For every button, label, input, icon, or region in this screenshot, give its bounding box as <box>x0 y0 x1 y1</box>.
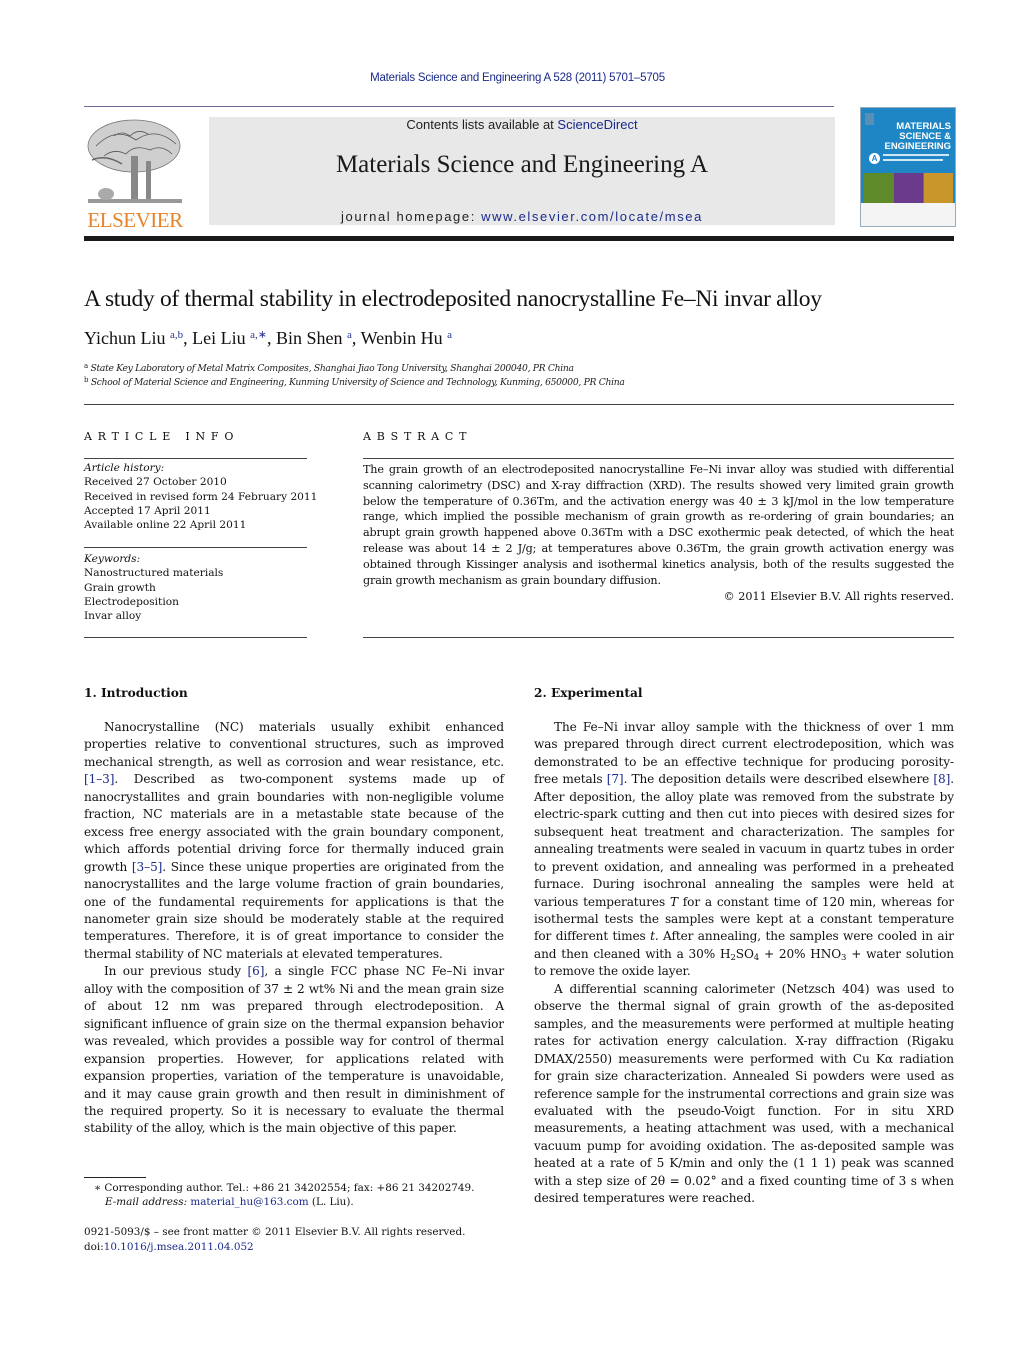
history-item: Available online 22 April 2011 <box>84 519 247 532</box>
elsevier-tree-icon <box>87 119 182 203</box>
header-thick-rule <box>84 236 954 241</box>
journal-homepage: journal homepage: www.elsevier.com/locat… <box>209 209 835 224</box>
history-item: Received in revised form 24 February 201… <box>84 490 318 503</box>
paragraph: Nanocrystalline (NC) materials usually e… <box>84 719 504 963</box>
affiliation: b School of Material Science and Enginee… <box>84 376 625 388</box>
article-history: Article history: Received 27 October 201… <box>84 461 317 532</box>
cover-footer <box>861 203 955 226</box>
author-name[interactable]: Yichun Liu <box>84 328 166 348</box>
text-run: In our previous study <box>104 964 248 979</box>
author-affil-marker[interactable]: a,∗ <box>250 329 267 341</box>
reference-link[interactable]: [3–5] <box>132 860 162 874</box>
journal-banner: Contents lists available at ScienceDirec… <box>209 117 835 225</box>
text-run: + 20% HNO <box>759 946 842 961</box>
cover-title-line: ENGINEERING <box>884 141 951 152</box>
section-heading-experimental: 2. Experimental <box>534 686 643 700</box>
abstract-copyright: © 2011 Elsevier B.V. All rights reserved… <box>723 590 954 603</box>
cover-series-badge: A <box>869 153 880 164</box>
cover-title: MATERIALS SCIENCE & ENGINEERING <box>865 122 951 152</box>
affiliation-key: b <box>84 376 89 384</box>
abstract-heading: ABSTRACT <box>363 430 473 443</box>
author-list: Yichun Liu a,b, Lei Liu a,∗, Bin Shen a,… <box>84 328 453 348</box>
email-label: E-mail address: <box>105 1196 191 1208</box>
author-affil-marker[interactable]: a,b <box>170 329 183 341</box>
affiliation-text: School of Material Science and Engineeri… <box>90 377 625 388</box>
author-affil-marker[interactable]: a <box>347 329 352 341</box>
keywords: Keywords: Nanostructured materials Grain… <box>84 552 223 623</box>
journal-cover-thumbnail[interactable]: MATERIALS SCIENCE & ENGINEERING A <box>860 107 956 227</box>
text-run: . After deposition, the alloy plate was … <box>534 772 954 909</box>
reference-link[interactable]: [7] <box>607 772 624 786</box>
text-run: , a single FCC phase NC Fe–Ni invar allo… <box>84 964 505 1136</box>
abstract-rule <box>363 458 954 459</box>
doi-link[interactable]: 10.1016/j.msea.2011.04.052 <box>104 1241 254 1253</box>
doi-line: doi:10.1016/j.msea.2011.04.052 <box>84 1241 254 1253</box>
paragraph: The Fe–Ni invar alloy sample with the th… <box>534 719 954 981</box>
email-suffix: (L. Liu). <box>308 1196 354 1208</box>
article-info-heading: ARTICLE INFO <box>84 430 240 443</box>
corresponding-author-note: ∗ Corresponding author. Tel.: +86 21 342… <box>94 1182 475 1194</box>
email-link[interactable]: material_hu@163.com <box>190 1196 308 1208</box>
affiliation-text: State Key Laboratory of Metal Matrix Com… <box>90 363 575 374</box>
history-item: Received 27 October 2010 <box>84 476 227 489</box>
history-label: Article history: <box>84 462 165 474</box>
text-run: Nanocrystalline (NC) materials usually e… <box>84 720 504 769</box>
citation-link[interactable]: Materials Science and Engineering A 528 … <box>370 72 665 84</box>
header-rule <box>84 106 834 107</box>
reference-link[interactable]: [6] <box>247 964 264 978</box>
cover-image-green <box>864 173 893 203</box>
cover-subtitle-line <box>883 159 943 161</box>
section-rule <box>84 404 954 405</box>
cover-subtitle-line <box>883 154 949 156</box>
elsevier-logo[interactable]: ELSEVIER <box>84 116 186 232</box>
front-matter-note: 0921-5093/$ – see front matter © 2011 El… <box>84 1226 466 1238</box>
keyword: Nanostructured materials <box>84 567 224 580</box>
symbol-T: T <box>669 894 678 909</box>
reference-link[interactable]: [8] <box>933 772 950 786</box>
article-title: A study of thermal stability in electrod… <box>84 286 822 312</box>
keywords-label: Keywords: <box>84 553 141 565</box>
paragraph: A differential scanning calorimeter (Net… <box>534 981 954 1206</box>
cover-image-gold <box>924 173 953 203</box>
author-name[interactable]: Lei Liu <box>192 328 245 348</box>
text-run: SO <box>735 946 754 961</box>
paragraph: In our previous study [6], a single FCC … <box>84 963 504 1138</box>
sciencedirect-link[interactable]: ScienceDirect <box>557 117 637 132</box>
article-info-rule <box>84 547 307 548</box>
homepage-link[interactable]: www.elsevier.com/locate/msea <box>481 209 703 224</box>
history-item: Accepted 17 April 2011 <box>84 504 211 517</box>
text-run: . The deposition details were described … <box>623 772 934 787</box>
keyword: Invar alloy <box>84 610 142 623</box>
email-note: E-mail address: material_hu@163.com (L. … <box>105 1196 354 1208</box>
contents-prefix: Contents lists available at <box>406 117 558 132</box>
author-name[interactable]: Bin Shen <box>276 328 343 348</box>
cover-image-purple <box>894 173 923 203</box>
keyword: Electrodeposition <box>84 595 179 608</box>
experimental-body: The Fe–Ni invar alloy sample with the th… <box>534 719 954 1208</box>
author-affil-marker[interactable]: a <box>447 329 452 341</box>
text-run: . Since these unique properties are orig… <box>84 859 504 961</box>
text-run: . Described as two-component systems mad… <box>84 772 504 874</box>
homepage-label: journal homepage: <box>341 209 482 224</box>
article-info-rule <box>84 637 307 638</box>
journal-name[interactable]: Materials Science and Engineering A <box>209 151 835 179</box>
reference-link[interactable]: [1–3] <box>84 772 114 786</box>
contents-line: Contents lists available at ScienceDirec… <box>209 117 835 132</box>
article-info-rule <box>84 458 307 459</box>
footnote-rule <box>84 1177 146 1178</box>
section-heading-introduction: 1. Introduction <box>84 686 188 700</box>
introduction-body: Nanocrystalline (NC) materials usually e… <box>84 719 504 1138</box>
elsevier-wordmark: ELSEVIER <box>87 208 183 232</box>
keyword: Grain growth <box>84 581 156 594</box>
author-name[interactable]: Wenbin Hu <box>361 328 443 348</box>
abstract-rule <box>363 637 954 638</box>
journal-citation[interactable]: Materials Science and Engineering A 528 … <box>0 72 1021 84</box>
doi-label: doi: <box>84 1241 104 1253</box>
affiliation: a State Key Laboratory of Metal Matrix C… <box>84 362 574 374</box>
abstract-text: The grain growth of an electrodeposited … <box>363 463 954 587</box>
affiliation-key: a <box>84 362 88 370</box>
